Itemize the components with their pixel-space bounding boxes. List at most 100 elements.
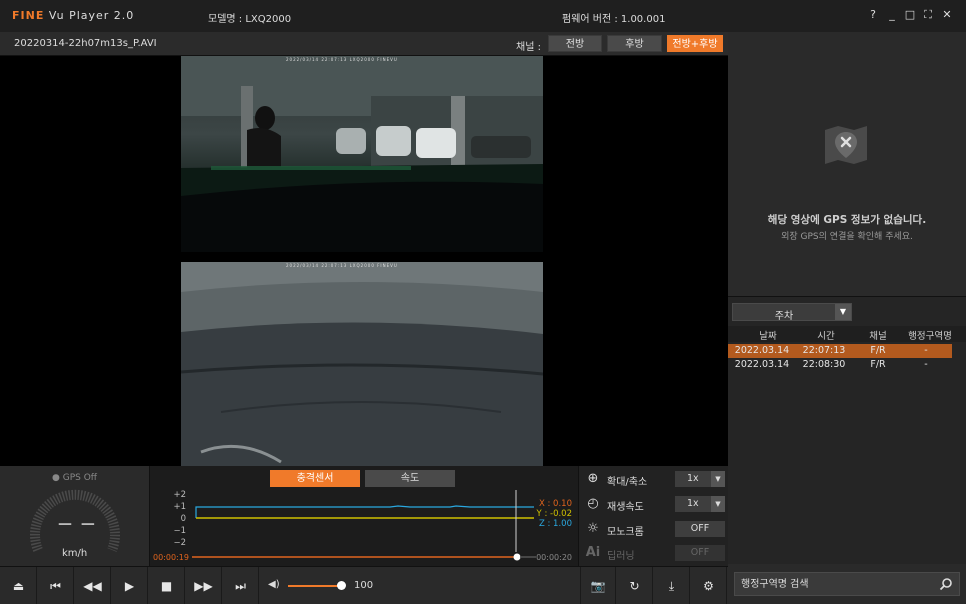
zoom-label: 확대/축소 (607, 477, 648, 488)
time-current: 00:00:19 (153, 553, 189, 562)
event-type-value: 주차 (774, 311, 794, 322)
firmware-version: 펌웨어 버전 : 1.00.001 (562, 14, 666, 25)
search-input[interactable] (741, 576, 931, 592)
video-area[interactable]: 2022/03/14 22:07:13 LXQ2000 FINEVU 2022/… (0, 56, 728, 466)
fullscreen-button[interactable]: ⛶ (921, 8, 935, 22)
speed-select[interactable]: 1x ▼ (675, 496, 725, 512)
gps-unavailable-icon (825, 126, 867, 164)
next-file-button[interactable]: ⏭ (223, 567, 259, 604)
playback-controls: ⏏ ⏮ ◀◀ ▶ ■ ▶▶ ⏭ ◀) 100 📷 ↻ ⤓ ⚙ (0, 566, 728, 604)
row-channel: F/R (870, 345, 886, 356)
channel-label: 채널 : (516, 42, 541, 53)
header-date: 날짜 (759, 331, 777, 342)
file-bar: 20220314-22h07m13s_P.AVI 채널 : 전방 후방 전방+후… (0, 32, 728, 56)
app-logo: FINE Vu Player 2.0 (12, 9, 134, 22)
channel-rear-button[interactable]: 후방 (607, 35, 662, 52)
help-button[interactable]: ? (866, 8, 880, 22)
gps-sub-message: 외장 GPS의 연결을 확인해 주세요. (781, 232, 913, 242)
speed-label: 재생속도 (607, 502, 644, 513)
sensor-graph (192, 490, 536, 561)
mono-label: 모노크롬 (607, 527, 644, 538)
title-bar: FINE Vu Player 2.0 모델명 : LXQ2000 펌웨어 버전 … (0, 0, 966, 32)
header-time: 시간 (817, 331, 835, 342)
close-button[interactable]: ✕ (940, 8, 954, 22)
deep-learning-option: Ai 딥러닝 OFF (579, 541, 729, 565)
logo-vu: Vu (48, 9, 65, 22)
timeline-knob[interactable] (513, 553, 521, 561)
speedometer-icon: ◴ (587, 496, 599, 511)
region-search-panel (728, 564, 966, 604)
fast-forward-button[interactable]: ▶▶ (186, 567, 222, 604)
channel-front-button[interactable]: 전방 (548, 35, 602, 52)
header-region: 행정구역명 (908, 331, 952, 342)
ai-icon: Ai (585, 545, 601, 560)
row-date: 2022.03.14 (734, 345, 790, 356)
front-camera-scene (181, 56, 543, 252)
front-osd-text: 2022/03/14 22:07:13 LXQ2000 FINEVU (286, 57, 398, 62)
z-value: Z : 1.00 (538, 519, 572, 529)
sensor-graph-panel: 충격센서 속도 +2 +1 0 −1 −2 X : 0.10 Y : -0.02… (150, 466, 578, 566)
stop-button[interactable]: ■ (149, 567, 185, 604)
ai-label: 딥러닝 (607, 551, 635, 562)
gps-map-panel: 해당 영상에 GPS 정보가 없습니다. 외장 GPS의 연결을 확인해 주세요… (728, 32, 966, 296)
x-value: X : 0.10 (538, 499, 572, 509)
speed-unit: km/h (62, 548, 88, 559)
event-list-panel: 주차 ▼ 날짜 시간 채널 행정구역명 2022.03.14 22:07:13 … (728, 296, 966, 564)
mono-toggle[interactable]: OFF (675, 521, 725, 537)
rear-osd-text: 2022/03/14 22:07:13 LXQ2000 FINEVU (286, 263, 398, 268)
zoom-select[interactable]: 1x ▼ (675, 471, 725, 487)
event-type-dropdown[interactable]: 주차 ▼ (732, 303, 852, 322)
front-camera-view[interactable]: 2022/03/14 22:07:13 LXQ2000 FINEVU (181, 56, 543, 252)
row-time: 22:07:13 (802, 345, 846, 356)
y-value: Y : -0.02 (536, 509, 572, 519)
row-date: 2022.03.14 (734, 359, 790, 370)
previous-file-button[interactable]: ⏮ (38, 567, 74, 604)
row-channel: F/R (870, 359, 886, 370)
monochrome-option: ☼ 모노크롬 OFF (579, 517, 729, 541)
event-table-header: 날짜 시간 채널 행정구역명 (728, 326, 966, 342)
app-name: Player 2.0 (69, 9, 135, 22)
rear-camera-view[interactable]: 2022/03/14 22:07:13 LXQ2000 FINEVU (181, 262, 543, 466)
download-icon[interactable]: ⤓ (654, 567, 690, 604)
logo-brand: FINE (12, 9, 45, 22)
time-total: 00:00:20 (536, 553, 572, 562)
channel-both-button[interactable]: 전방+후방 (667, 35, 723, 52)
search-icon[interactable] (939, 577, 953, 591)
rewind-button[interactable]: ◀◀ (75, 567, 111, 604)
maximize-button[interactable]: □ (903, 8, 917, 22)
play-button[interactable]: ▶ (112, 567, 148, 604)
gps-message: 해당 영상에 GPS 정보가 없습니다. (767, 214, 927, 226)
gps-status: ● GPS Off (52, 473, 97, 483)
chevron-down-icon: ▼ (711, 471, 725, 487)
zoom-option: ⊕ 확대/축소 1x ▼ (579, 467, 729, 491)
row-time: 22:08:30 (802, 359, 846, 370)
ai-toggle: OFF (675, 545, 725, 561)
playback-options-panel: ⊕ 확대/축소 1x ▼ ◴ 재생속도 1x ▼ ☼ 모노크롬 OFF Ai 딥러닝… (578, 466, 728, 566)
chevron-down-icon[interactable]: ▼ (835, 304, 851, 320)
playback-speed-option: ◴ 재생속도 1x ▼ (579, 492, 729, 516)
speedometer-panel: ● GPS Off — — km/h (0, 466, 150, 566)
chevron-down-icon: ▼ (711, 496, 725, 512)
volume-slider-knob[interactable] (337, 581, 346, 590)
gear-icon[interactable]: ⚙ (691, 567, 727, 604)
eject-button[interactable]: ⏏ (1, 567, 37, 604)
row-region: - (924, 345, 928, 356)
rotate-icon[interactable]: ↻ (617, 567, 653, 604)
volume-value: 100 (354, 580, 374, 591)
zoom-value: 1x (687, 473, 699, 484)
speed-select-value: 1x (687, 498, 699, 509)
table-row[interactable]: 2022.03.14 22:07:13 F/R - (728, 344, 952, 358)
volume-slider-track[interactable] (288, 585, 343, 587)
minimize-button[interactable]: _ (885, 8, 899, 22)
model-name: 모델명 : LXQ2000 (208, 14, 292, 25)
volume-icon[interactable]: ◀) (268, 579, 280, 590)
search-box[interactable] (734, 572, 960, 596)
brightness-icon: ☼ (587, 521, 599, 536)
row-region: - (924, 359, 928, 370)
speed-value: — — (58, 516, 97, 532)
table-row[interactable]: 2022.03.14 22:08:30 F/R - (728, 358, 952, 372)
series-z-line (195, 505, 534, 518)
zoom-icon: ⊕ (587, 471, 599, 486)
rear-camera-scene (181, 262, 543, 466)
camera-snapshot-icon[interactable]: 📷 (580, 567, 616, 604)
